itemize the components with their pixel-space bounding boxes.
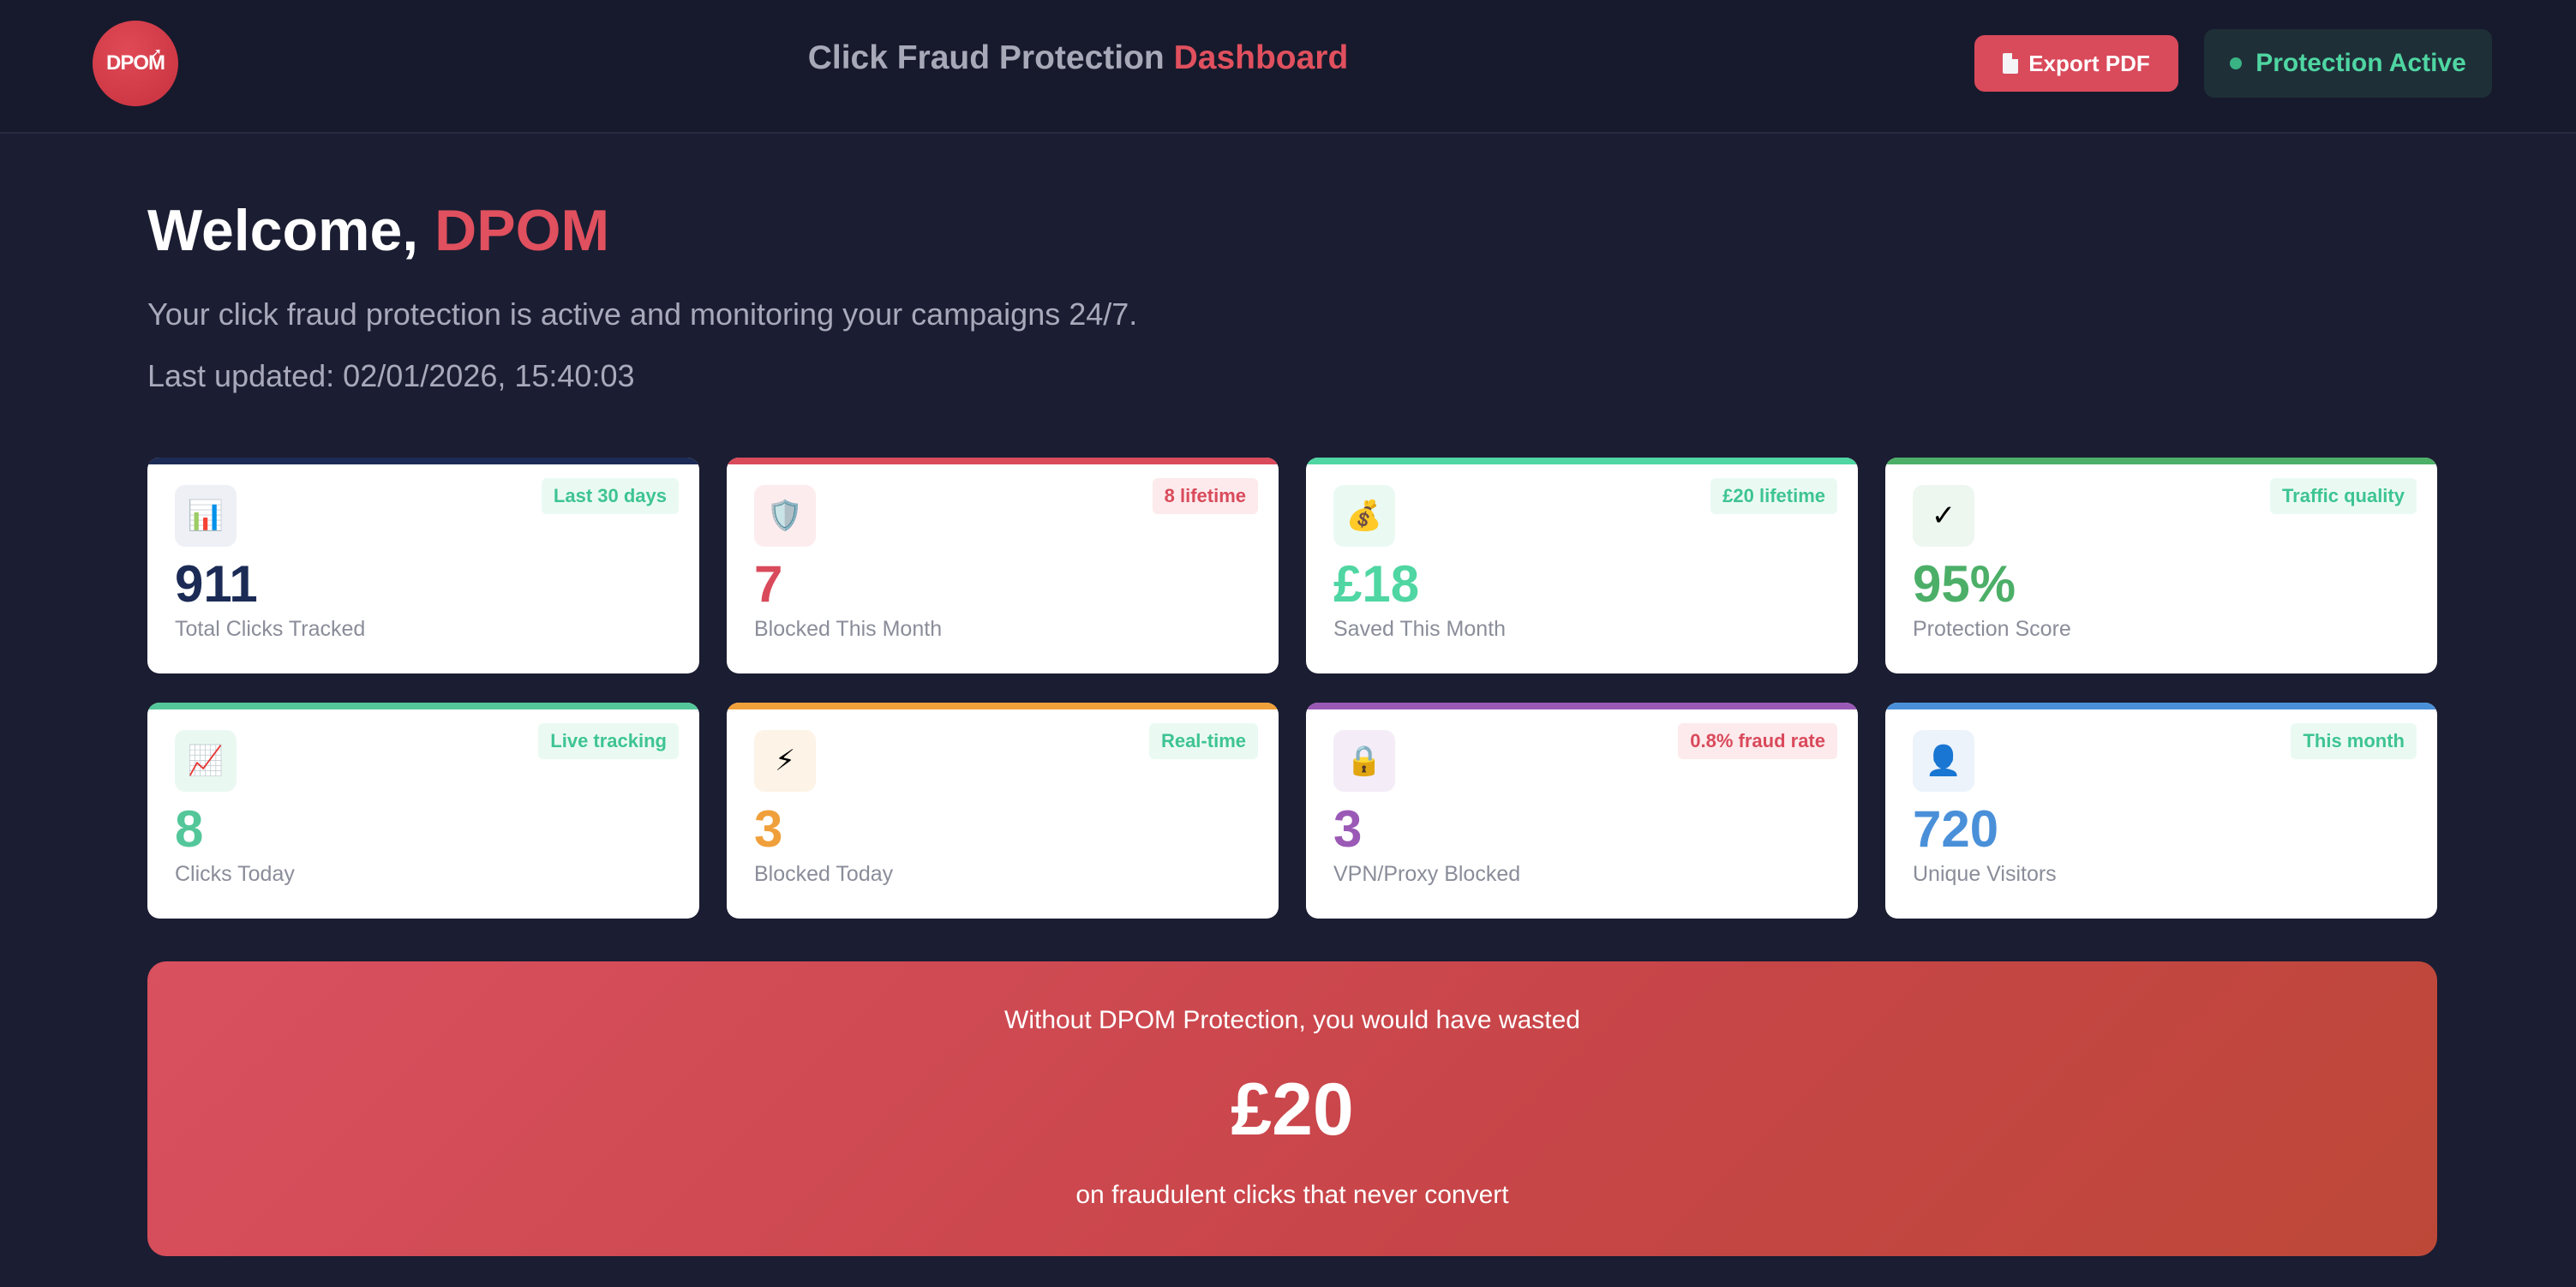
welcome-subtitle: Your click fraud protection is active an… <box>147 296 1138 332</box>
card-badge: Traffic quality <box>2269 478 2417 514</box>
card-label: Protection Score <box>1913 617 2071 641</box>
top-header: DPOM ➚ Click Fraud Protection Dashboard … <box>0 0 2576 134</box>
card-value: 911 <box>175 555 258 613</box>
card-accent-bar <box>727 458 1279 464</box>
card-icon-glyph: 💰 <box>1345 500 1383 532</box>
stat-card: 👤 This month 720 Unique Visitors <box>1885 703 2437 919</box>
protection-status-badge: Protection Active <box>2204 29 2492 98</box>
card-icon-glyph: 🛡️ <box>766 500 804 532</box>
stat-card: 📈 Live tracking 8 Clicks Today <box>147 703 699 919</box>
card-value: 720 <box>1913 800 1999 858</box>
card-accent-bar <box>727 703 1279 709</box>
card-label: Saved This Month <box>1333 617 1507 641</box>
lightning-icon: ⚡ <box>754 730 816 792</box>
stat-card: 🔒 0.8% fraud rate 3 VPN/Proxy Blocked <box>1306 703 1858 919</box>
export-pdf-button[interactable]: Export PDF <box>1974 35 2178 92</box>
card-label: Total Clicks Tracked <box>175 617 366 641</box>
card-accent-bar <box>1306 458 1858 464</box>
card-value: £18 <box>1333 555 1420 613</box>
stat-card: ⚡ Real-time 3 Blocked Today <box>727 703 1279 919</box>
stat-card: ✓ Traffic quality 95% Protection Score <box>1885 458 2437 673</box>
card-value: 8 <box>175 800 204 858</box>
banner-intro: Without DPOM Protection, you would have … <box>1004 1006 1580 1034</box>
card-accent-bar <box>147 458 699 464</box>
lock-icon: 🔒 <box>1333 730 1395 792</box>
card-badge: 8 lifetime <box>1152 478 1258 514</box>
card-label: Clicks Today <box>175 862 295 886</box>
card-accent-bar <box>1885 703 2437 709</box>
header-title-accent: Dashboard <box>1173 39 1349 76</box>
card-accent-bar <box>1306 703 1858 709</box>
banner-amount: £20 <box>1231 1069 1354 1151</box>
card-badge: Live tracking <box>538 723 679 759</box>
card-value: 3 <box>754 800 783 858</box>
card-icon-glyph: 📊 <box>187 500 225 532</box>
card-icon-glyph: ✓ <box>1931 500 1956 532</box>
card-icon-glyph: 👤 <box>1925 745 1962 777</box>
card-label: Unique Visitors <box>1913 862 2057 886</box>
export-pdf-label: Export PDF <box>2028 50 2150 76</box>
document-icon <box>2003 53 2019 74</box>
banner-outro: on fraudulent clicks that never convert <box>1075 1181 1509 1209</box>
wasted-spend-banner: Without DPOM Protection, you would have … <box>147 961 2437 1256</box>
card-icon-glyph: 🔒 <box>1345 745 1383 777</box>
stat-card: 🛡️ 8 lifetime 7 Blocked This Month <box>727 458 1279 673</box>
protection-status-label: Protection Active <box>2255 49 2466 77</box>
check-mark-icon: ✓ <box>1913 485 1974 547</box>
card-badge: This month <box>2291 723 2417 759</box>
card-label: Blocked Today <box>754 862 894 886</box>
header-title-main: Click Fraud Protection <box>807 39 1165 76</box>
trend-up-icon: 📈 <box>175 730 237 792</box>
stat-card: 💰 £20 lifetime £18 Saved This Month <box>1306 458 1858 673</box>
last-updated-text: Last updated: 02/01/2026, 15:40:03 <box>147 358 635 393</box>
welcome-greeting: Welcome, <box>147 198 419 263</box>
card-value: 95% <box>1913 555 2016 613</box>
welcome-name: DPOM <box>434 198 610 263</box>
card-value: 3 <box>1333 800 1363 858</box>
card-icon-glyph: ⚡ <box>775 745 795 777</box>
money-bag-icon: 💰 <box>1333 485 1395 547</box>
card-badge: Real-time <box>1148 723 1258 759</box>
card-icon-glyph: 📈 <box>187 745 225 777</box>
page-header-title: Click Fraud Protection Dashboard <box>0 39 2156 77</box>
card-accent-bar <box>147 703 699 709</box>
card-badge: 0.8% fraud rate <box>1678 723 1837 759</box>
card-label: VPN/Proxy Blocked <box>1333 862 1521 886</box>
card-value: 7 <box>754 555 783 613</box>
stat-card: 📊 Last 30 days 911 Total Clicks Tracked <box>147 458 699 673</box>
person-icon: 👤 <box>1913 730 1974 792</box>
status-dot-icon <box>2230 57 2243 69</box>
shield-icon: 🛡️ <box>754 485 816 547</box>
card-badge: Last 30 days <box>541 478 679 514</box>
card-accent-bar <box>1885 458 2437 464</box>
welcome-heading: Welcome, DPOM <box>147 197 609 264</box>
bar-chart-icon: 📊 <box>175 485 237 547</box>
card-badge: £20 lifetime <box>1710 478 1837 514</box>
card-label: Blocked This Month <box>754 617 943 641</box>
